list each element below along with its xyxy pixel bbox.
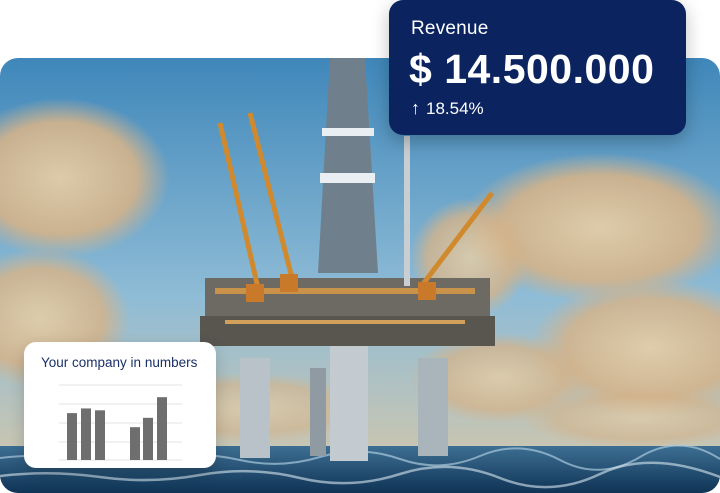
- company-numbers-card: Your company in numbers: [24, 342, 216, 468]
- chart-bar-2: [81, 408, 91, 460]
- arrow-up-icon: ↑: [411, 98, 420, 118]
- revenue-label: Revenue: [411, 18, 489, 39]
- revenue-value: $ 14.500.000: [409, 46, 655, 92]
- revenue-change: ↑ 18.54%: [411, 98, 484, 119]
- chart-bar-5: [143, 417, 153, 460]
- chart-bar-1: [67, 413, 77, 460]
- revenue-card: Revenue $ 14.500.000 ↑ 18.54%: [389, 0, 686, 135]
- revenue-change-percent: 18.54%: [426, 99, 484, 118]
- chart-bar-6: [157, 397, 167, 460]
- chart-bar-4: [130, 427, 140, 460]
- chart-bar-3: [95, 410, 105, 460]
- company-numbers-bar-chart: [59, 384, 182, 461]
